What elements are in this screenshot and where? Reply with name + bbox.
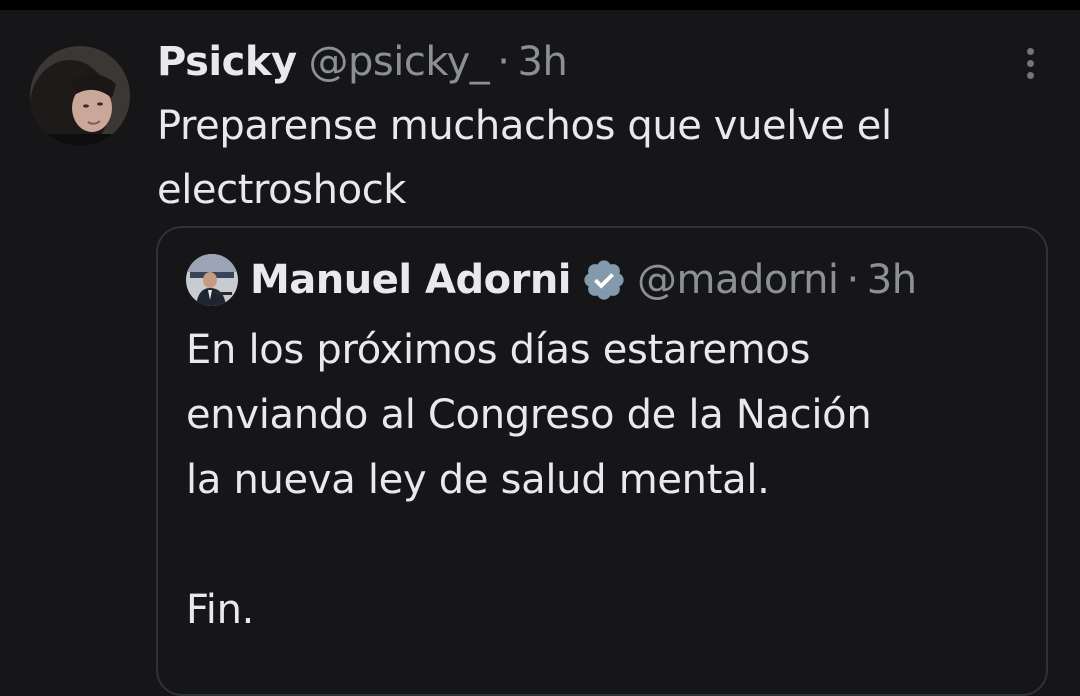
quoted-text-line: En los próximos días estaremos bbox=[186, 327, 811, 373]
verified-badge-icon bbox=[581, 257, 627, 303]
quoted-tweet-header: Manuel Adorni @madorni · 3h bbox=[186, 250, 917, 310]
quoted-author-handle[interactable]: @madorni bbox=[637, 257, 839, 303]
tweet-timestamp[interactable]: 3h bbox=[518, 39, 568, 85]
quoted-text-blank-line bbox=[186, 513, 1006, 578]
tweet-text-line: Preparense muchachos que vuelve el bbox=[157, 103, 892, 149]
avatar[interactable] bbox=[30, 46, 130, 146]
separator-dot: · bbox=[497, 39, 510, 85]
author-display-name[interactable]: Psicky bbox=[157, 39, 297, 85]
quoted-tweet-timestamp[interactable]: 3h bbox=[867, 257, 917, 303]
tweet-header: Psicky @psicky_ · 3h bbox=[157, 34, 568, 90]
quoted-text-line: la nueva ley de salud mental. bbox=[186, 457, 770, 503]
quoted-avatar bbox=[186, 254, 238, 306]
tweet[interactable]: Psicky @psicky_ · 3h Preparense muchacho… bbox=[0, 10, 1080, 696]
quoted-tweet-text: En los próximos días estaremos enviando … bbox=[186, 318, 1006, 643]
quoted-tweet-card[interactable]: Manuel Adorni @madorni · 3h En los próxi… bbox=[156, 226, 1048, 696]
tweet-text-line: electroshock bbox=[157, 167, 407, 213]
avatar-photo bbox=[30, 46, 130, 146]
quoted-avatar-photo bbox=[186, 254, 238, 306]
quoted-text-line: enviando al Congreso de la Nación bbox=[186, 392, 872, 438]
more-vertical-icon[interactable] bbox=[1016, 48, 1044, 88]
status-bar-strip bbox=[0, 0, 1080, 10]
tweet-text: Preparense muchachos que vuelve el elect… bbox=[157, 94, 1037, 222]
author-handle[interactable]: @psicky_ bbox=[309, 39, 490, 85]
separator-dot: · bbox=[846, 257, 860, 303]
quoted-text-line: Fin. bbox=[186, 587, 255, 633]
quoted-author-display-name[interactable]: Manuel Adorni bbox=[250, 257, 572, 303]
